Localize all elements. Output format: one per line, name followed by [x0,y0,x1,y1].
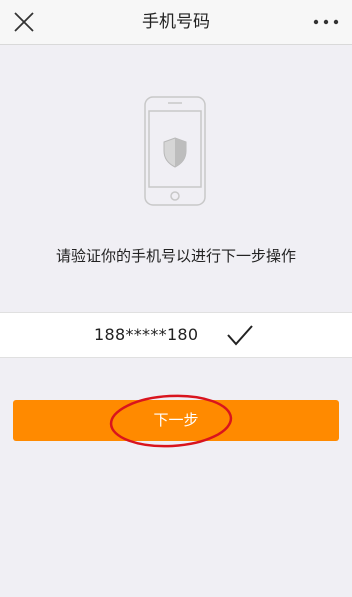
phone-number: 188*****180 [94,325,199,344]
nav-bar: 手机号码 [0,0,352,45]
verification-prompt: 请验证你的手机号以进行下一步操作 [55,247,296,265]
page-title: 手机号码 [142,12,210,32]
more-button[interactable] [308,6,344,38]
next-step-button[interactable]: 下一步 [13,400,339,441]
phone-shield-icon [144,96,206,206]
more-icon [313,19,339,25]
check-icon [227,325,253,346]
phone-number-row[interactable]: 188*****180 [0,312,352,358]
